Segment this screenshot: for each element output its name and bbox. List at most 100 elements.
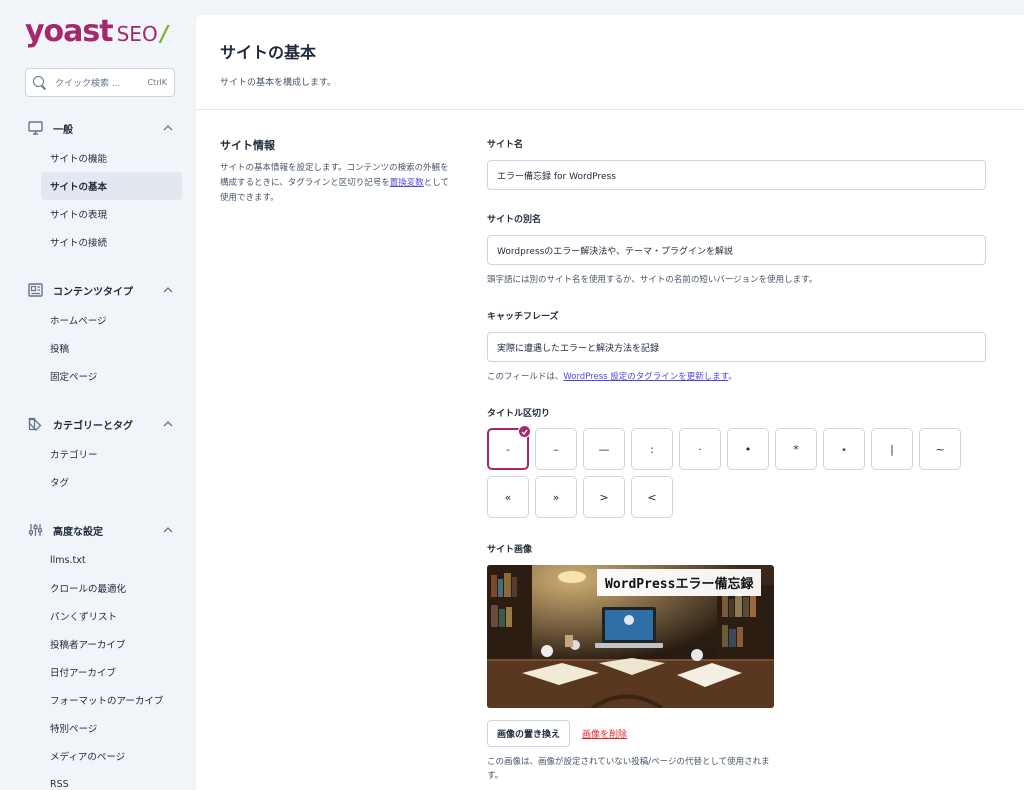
page-subtitle: サイトの基本を構成します。 bbox=[220, 78, 337, 88]
separator-symbol: ~ bbox=[935, 442, 945, 456]
sidebar-item-media-pages[interactable]: メディアのページ bbox=[41, 742, 182, 770]
sidebar-item-homepage[interactable]: ホームページ bbox=[41, 306, 182, 334]
section-description: サイトの基本情報を設定します。コンテンツの検索の外観を構成するときに、タグライン… bbox=[220, 161, 455, 206]
site-image-caption: WordPressエラー備忘録 bbox=[597, 569, 762, 596]
sidebar-item-llms-txt[interactable]: llms.txt bbox=[41, 546, 182, 574]
separator-symbol: — bbox=[598, 442, 610, 456]
separator-option[interactable]: - bbox=[487, 425, 531, 470]
search-placeholder: クイック検索 ... bbox=[55, 79, 121, 89]
separator-symbol: | bbox=[890, 442, 894, 456]
sidebar-nav: 一般 サイトの機能 サイトの基本 サイトの表現 サイトの接続 コンテンツタイプ … bbox=[0, 112, 196, 790]
separator-symbol: » bbox=[552, 490, 560, 504]
newspaper-icon bbox=[28, 283, 43, 298]
separator-symbol: · bbox=[698, 442, 702, 456]
chevron-up-icon bbox=[162, 122, 174, 134]
sidebar-item-date-archives[interactable]: 日付アーカイブ bbox=[41, 658, 182, 686]
section-info: サイト情報 サイトの基本情報を設定します。コンテンツの検索の外観を構成するときに… bbox=[220, 137, 455, 206]
logo-text: yoast bbox=[25, 14, 114, 49]
sidebar-item-author-archives[interactable]: 投稿者アーカイブ bbox=[41, 630, 182, 658]
page-title: サイトの基本 bbox=[220, 43, 317, 62]
nav-group-advanced: 高度な設定 llms.txt クロールの最適化 パンくずリスト 投稿者アーカイブ… bbox=[0, 514, 196, 790]
separator-option[interactable]: « bbox=[487, 476, 529, 518]
remove-image-link[interactable]: 画像を削除 bbox=[582, 727, 627, 740]
separator-symbol: > bbox=[599, 490, 609, 504]
alt-name-input[interactable]: Wordpressのエラー解決法や、テーマ・プラグインを解説 bbox=[487, 235, 986, 265]
alt-name-help: 頭字語には別のサイト名を使用するか、サイトの名前の短いバージョンを使用します。 bbox=[487, 275, 818, 285]
desktop-icon bbox=[28, 121, 43, 136]
chevron-up-icon bbox=[162, 284, 174, 296]
sidebar-item-site-features[interactable]: サイトの機能 bbox=[41, 144, 182, 172]
logo-slash: / bbox=[157, 22, 170, 47]
search-icon bbox=[33, 75, 47, 90]
site-name-input[interactable]: エラー備忘録 for WordPress bbox=[487, 160, 986, 190]
separator-option[interactable]: — bbox=[583, 428, 625, 470]
group-label: カテゴリーとタグ bbox=[53, 420, 133, 432]
sidebar-item-site-representation[interactable]: サイトの表現 bbox=[41, 200, 182, 228]
sidebar-item-categories[interactable]: カテゴリー bbox=[41, 440, 182, 468]
tag-icon bbox=[28, 417, 43, 432]
sidebar-item-site-connections[interactable]: サイトの接続 bbox=[41, 228, 182, 256]
separator-option[interactable]: ⋆ bbox=[823, 428, 865, 470]
separator-options: - – — : · • * ⋆ | ~ « » > < bbox=[487, 425, 967, 518]
sidebar-item-tags[interactable]: タグ bbox=[41, 468, 182, 496]
wordpress-settings-link[interactable]: WordPress 設定のタグラインを更新します bbox=[563, 372, 728, 382]
section-title: サイト情報 bbox=[220, 139, 275, 152]
sidebar-item-pages[interactable]: 固定ページ bbox=[41, 362, 182, 390]
sidebar-item-rss[interactable]: RSS bbox=[41, 770, 182, 790]
group-head-general[interactable]: 一般 bbox=[0, 112, 196, 144]
separator-symbol: : bbox=[650, 442, 654, 456]
separator-option[interactable]: < bbox=[631, 476, 673, 518]
site-info-fields: サイト名 エラー備忘録 for WordPress サイトの別名 Wordpre… bbox=[487, 137, 986, 783]
replace-image-button[interactable]: 画像の置き換え bbox=[487, 720, 571, 747]
page-header: サイトの基本 サイトの基本を構成します。 bbox=[196, 15, 1024, 110]
group-head-content-types[interactable]: コンテンツタイプ bbox=[0, 274, 196, 306]
site-image-actions: 画像の置き換え 画像を削除 bbox=[487, 720, 986, 747]
chevron-up-icon bbox=[162, 418, 174, 430]
sidebar-item-posts[interactable]: 投稿 bbox=[41, 334, 182, 362]
sidebar-item-special-pages[interactable]: 特別ページ bbox=[41, 714, 182, 742]
separator-symbol: * bbox=[793, 442, 799, 456]
tagline-help: このフィールドは、WordPress 設定のタグラインを更新します。 bbox=[487, 370, 986, 382]
separator-symbol: < bbox=[647, 490, 657, 504]
separator-option[interactable]: » bbox=[535, 476, 577, 518]
sidebar-item-crawl-optimization[interactable]: クロールの最適化 bbox=[41, 574, 182, 602]
separator-option[interactable]: | bbox=[871, 428, 913, 470]
group-head-categories-tags[interactable]: カテゴリーとタグ bbox=[0, 408, 196, 440]
tagline-label: キャッチフレーズ bbox=[487, 312, 559, 322]
site-image-help: この画像は、画像が設定されていない投稿/ページの代替として使用されます。 bbox=[487, 757, 770, 781]
sidebar-item-site-basics[interactable]: サイトの基本 bbox=[41, 172, 182, 200]
search-shortcut: CtrlK bbox=[147, 78, 167, 87]
replacement-variables-link[interactable]: 置換変数 bbox=[390, 178, 424, 188]
separator-option[interactable]: * bbox=[775, 428, 817, 470]
quick-search[interactable]: クイック検索 ... CtrlK bbox=[25, 68, 175, 97]
group-label: 高度な設定 bbox=[53, 526, 103, 538]
separator-symbol: • bbox=[744, 442, 752, 456]
separator-option[interactable]: • bbox=[727, 428, 769, 470]
tagline-input[interactable]: 実際に遭遇したエラーと解決方法を記録 bbox=[487, 332, 986, 362]
check-icon bbox=[518, 425, 531, 438]
site-image-label: サイト画像 bbox=[487, 545, 533, 555]
separator-symbol: - bbox=[506, 442, 510, 456]
sidebar: yoast SEO / クイック検索 ... CtrlK 一般 サイトの機能 サ… bbox=[0, 0, 196, 790]
separator-symbol: – bbox=[553, 442, 559, 456]
sidebar-item-breadcrumbs[interactable]: パンくずリスト bbox=[41, 602, 182, 630]
separator-symbol: « bbox=[504, 490, 512, 504]
main-panel: サイトの基本 サイトの基本を構成します。 サイト情報 サイトの基本情報を設定しま… bbox=[196, 15, 1024, 790]
sidebar-item-format-archives[interactable]: フォーマットのアーカイブ bbox=[41, 686, 182, 714]
yoast-logo[interactable]: yoast SEO / bbox=[25, 14, 170, 49]
nav-group-content-types: コンテンツタイプ ホームページ 投稿 固定ページ bbox=[0, 274, 196, 390]
help-text: このフィールドは、 bbox=[487, 372, 564, 382]
separator-label: タイトル区切り bbox=[487, 409, 551, 419]
separator-option[interactable]: : bbox=[631, 428, 673, 470]
separator-option[interactable]: > bbox=[583, 476, 625, 518]
group-label: 一般 bbox=[53, 124, 73, 136]
nav-group-categories-tags: カテゴリーとタグ カテゴリー タグ bbox=[0, 408, 196, 496]
logo-suffix: SEO bbox=[116, 22, 158, 46]
separator-option[interactable]: ~ bbox=[919, 428, 961, 470]
separator-option[interactable]: – bbox=[535, 428, 577, 470]
chevron-up-icon bbox=[162, 524, 174, 536]
separator-option[interactable]: · bbox=[679, 428, 721, 470]
site-image-preview[interactable]: WordPressエラー備忘録 bbox=[487, 565, 774, 708]
group-head-advanced[interactable]: 高度な設定 bbox=[0, 514, 196, 546]
group-label: コンテンツタイプ bbox=[53, 286, 133, 298]
